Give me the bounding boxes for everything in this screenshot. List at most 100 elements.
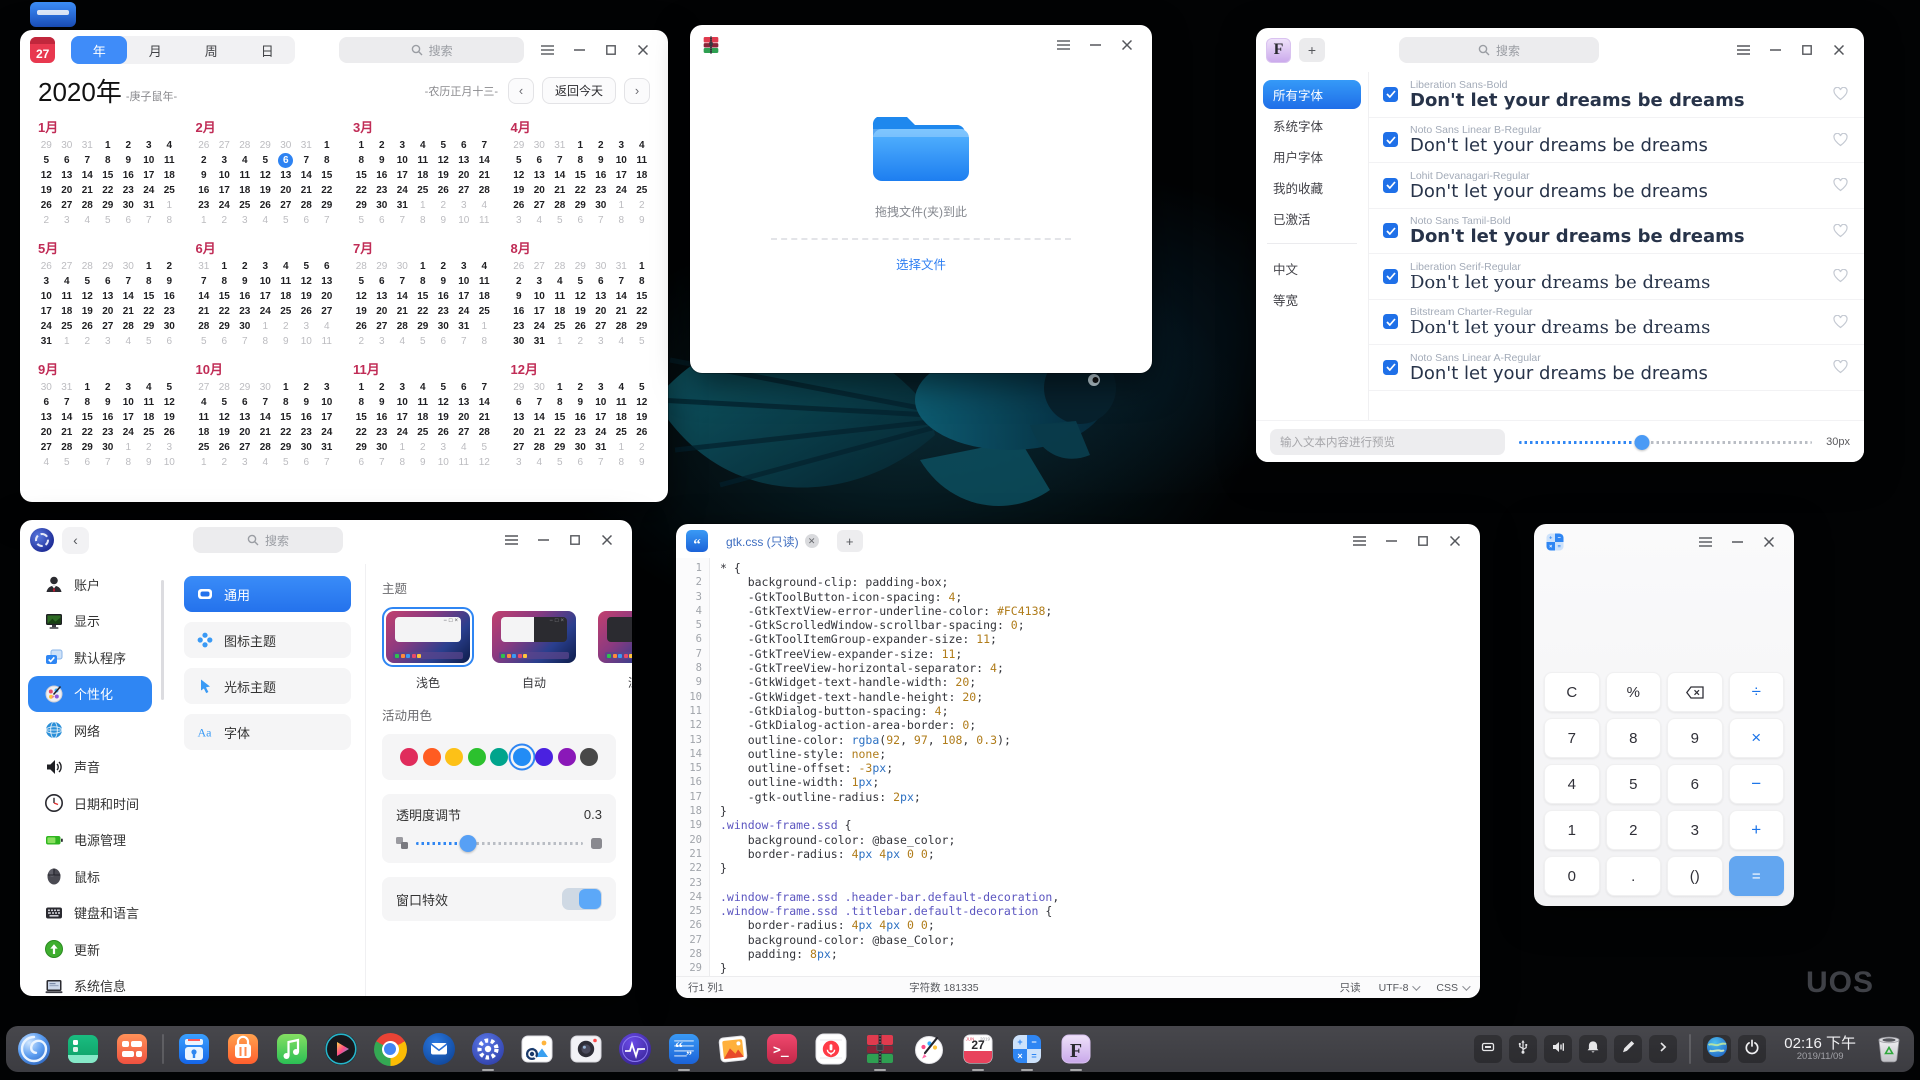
maximize-button[interactable] xyxy=(1408,527,1438,555)
day-cell[interactable]: 6 xyxy=(214,334,235,349)
day-cell[interactable]: 6 xyxy=(454,380,475,395)
day-cell[interactable]: 5 xyxy=(351,274,372,289)
day-cell[interactable]: 3 xyxy=(57,213,78,228)
calc-key-C[interactable]: C xyxy=(1544,672,1600,712)
calc-key-1[interactable]: 1 xyxy=(1544,810,1600,850)
day-cell[interactable]: 7 xyxy=(139,213,160,228)
settings-search[interactable]: 搜索 xyxy=(193,527,343,553)
day-cell[interactable]: 1 xyxy=(159,198,180,213)
day-cell[interactable]: 1 xyxy=(214,259,235,274)
day-cell[interactable]: 14 xyxy=(194,289,215,304)
day-cell[interactable]: 29 xyxy=(98,259,119,274)
minimize-button[interactable] xyxy=(1722,528,1752,556)
opacity-slider[interactable] xyxy=(416,834,583,852)
day-cell[interactable]: 28 xyxy=(214,380,235,395)
day-cell[interactable]: 9 xyxy=(98,395,119,410)
minimize-button[interactable] xyxy=(528,526,558,554)
day-cell[interactable]: 28 xyxy=(194,319,215,334)
day-cell[interactable]: 18 xyxy=(413,410,434,425)
day-cell[interactable]: 22 xyxy=(98,183,119,198)
day-cell[interactable]: 4 xyxy=(139,380,160,395)
day-cell[interactable]: 8 xyxy=(118,455,139,470)
day-cell[interactable]: 5 xyxy=(570,274,591,289)
font-list-item[interactable]: Liberation Sans-Bold Don't let your drea… xyxy=(1369,72,1864,118)
day-cell[interactable]: 21 xyxy=(118,304,139,319)
tray-notification-button[interactable] xyxy=(1579,1035,1607,1063)
day-cell[interactable]: 24 xyxy=(454,304,475,319)
day-cell[interactable]: 29 xyxy=(276,440,297,455)
day-cell[interactable]: 16 xyxy=(509,304,530,319)
code-area[interactable]: * { background-clip: padding-box; -GtkTo… xyxy=(710,558,1480,976)
day-cell[interactable]: 3 xyxy=(433,440,454,455)
font-size-slider[interactable] xyxy=(1519,433,1812,451)
day-cell[interactable]: 4 xyxy=(194,395,215,410)
day-cell[interactable]: 8 xyxy=(611,455,632,470)
font-list-item[interactable]: Lohit Devanagari-Regular Don't let your … xyxy=(1369,163,1864,209)
day-cell[interactable]: 15 xyxy=(214,289,235,304)
day-cell[interactable]: 10 xyxy=(433,455,454,470)
day-cell[interactable]: 9 xyxy=(235,274,256,289)
day-cell[interactable]: 26 xyxy=(36,198,57,213)
calc-key-0[interactable]: 0 xyxy=(1544,856,1600,896)
font-checkbox[interactable] xyxy=(1383,360,1398,375)
day-cell[interactable]: 25 xyxy=(413,183,434,198)
tab-gtk-css[interactable]: gtk.css (只读) ✕ xyxy=(716,533,829,550)
settings-nav-default-apps[interactable]: 默认程序 xyxy=(28,639,152,676)
day-cell[interactable]: 23 xyxy=(372,425,393,440)
day-cell[interactable]: 16 xyxy=(159,289,180,304)
day-cell[interactable]: 21 xyxy=(529,425,550,440)
day-cell[interactable]: 6 xyxy=(235,395,256,410)
close-button[interactable] xyxy=(1824,36,1854,64)
day-cell[interactable]: 30 xyxy=(36,380,57,395)
settings-nav-personalization[interactable]: 个性化 xyxy=(28,676,152,713)
day-cell[interactable]: 28 xyxy=(118,319,139,334)
day-cell[interactable]: 13 xyxy=(509,410,530,425)
day-cell[interactable]: 9 xyxy=(433,213,454,228)
calc-key-=[interactable]: = xyxy=(1729,856,1785,896)
day-cell[interactable]: 9 xyxy=(433,274,454,289)
day-cell[interactable]: 9 xyxy=(632,455,653,470)
day-cell[interactable]: 13 xyxy=(57,168,78,183)
day-cell[interactable]: 3 xyxy=(454,198,475,213)
day-cell[interactable]: 20 xyxy=(317,289,338,304)
day-cell[interactable]: 20 xyxy=(36,425,57,440)
day-cell[interactable]: 8 xyxy=(351,395,372,410)
day-cell[interactable]: 4 xyxy=(36,455,57,470)
menu-button[interactable] xyxy=(532,36,562,64)
day-cell[interactable]: 11 xyxy=(550,289,571,304)
day-cell[interactable]: 15 xyxy=(317,168,338,183)
dock-item-terminal[interactable]: >_ xyxy=(764,1027,800,1071)
day-cell[interactable]: 24 xyxy=(255,304,276,319)
day-cell[interactable]: 8 xyxy=(159,213,180,228)
day-cell[interactable]: 4 xyxy=(632,138,653,153)
day-cell[interactable]: 1 xyxy=(611,198,632,213)
prev-year-button[interactable]: ‹ xyxy=(508,78,534,104)
day-cell[interactable]: 15 xyxy=(77,410,98,425)
day-cell[interactable]: 16 xyxy=(235,289,256,304)
day-cell[interactable]: 5 xyxy=(276,455,297,470)
day-cell[interactable]: 21 xyxy=(474,168,495,183)
day-cell[interactable]: 31 xyxy=(296,138,317,153)
day-cell[interactable]: 4 xyxy=(276,259,297,274)
accent-color-swatch[interactable] xyxy=(513,748,531,766)
day-cell[interactable]: 8 xyxy=(392,455,413,470)
day-cell[interactable]: 28 xyxy=(550,259,571,274)
day-cell[interactable]: 19 xyxy=(433,168,454,183)
day-cell[interactable]: 1 xyxy=(611,440,632,455)
day-cell[interactable]: 2 xyxy=(276,319,297,334)
day-cell[interactable]: 21 xyxy=(255,425,276,440)
submenu-font[interactable]: Aa字体 xyxy=(184,714,351,750)
month-card[interactable]: 7月28293012345678910111213141516171819202… xyxy=(351,236,495,349)
day-cell[interactable]: 26 xyxy=(433,425,454,440)
day-cell[interactable]: 29 xyxy=(255,138,276,153)
dock-item-voice-notes[interactable] xyxy=(813,1027,849,1071)
day-cell[interactable]: 1 xyxy=(57,334,78,349)
day-cell[interactable]: 12 xyxy=(296,274,317,289)
day-cell[interactable]: 6 xyxy=(570,455,591,470)
day-cell[interactable]: 25 xyxy=(57,319,78,334)
day-cell[interactable]: 6 xyxy=(454,138,475,153)
day-cell[interactable]: 3 xyxy=(139,138,160,153)
accent-color-swatch[interactable] xyxy=(445,748,463,766)
day-cell[interactable]: 17 xyxy=(529,304,550,319)
calc-key-2[interactable]: 2 xyxy=(1606,810,1662,850)
